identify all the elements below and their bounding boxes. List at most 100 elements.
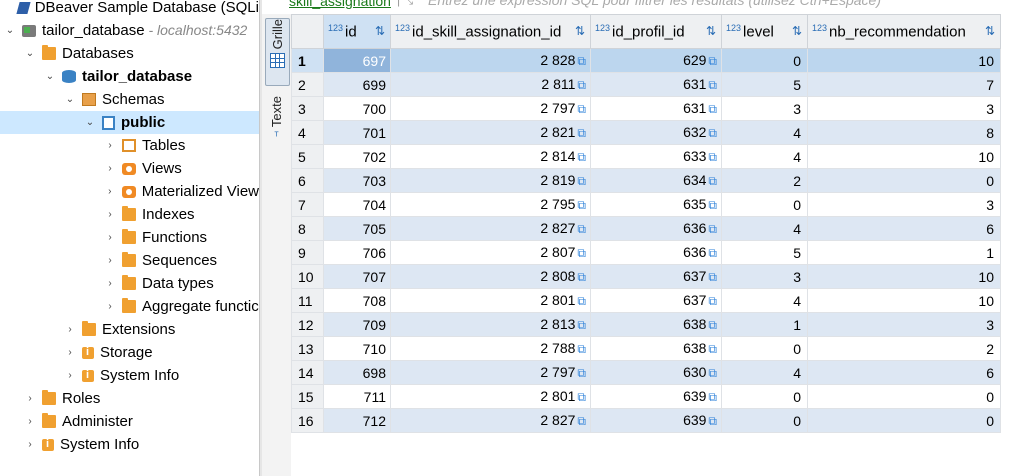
cell-level[interactable]: 2 — [721, 168, 808, 193]
table-row[interactable]: 14 698 2 797 ⧉ 630 ⧉ 4 6 — [291, 360, 1001, 385]
foreign-key-link-icon[interactable]: ⧉ — [708, 78, 717, 92]
chevron-right-icon[interactable]: › — [64, 370, 76, 381]
foreign-key-link-icon[interactable]: ⧉ — [708, 414, 717, 428]
row-number-cell[interactable]: 7 — [291, 192, 324, 217]
foreign-key-link-icon[interactable]: ⧉ — [577, 54, 586, 68]
cell-nb-recommendation[interactable]: 10 — [807, 264, 1001, 289]
foreign-key-link-icon[interactable]: ⧉ — [708, 342, 717, 356]
cell-id-skill-assignation-id[interactable]: 2 814 ⧉ — [390, 144, 591, 169]
corner-cell[interactable] — [291, 14, 324, 49]
table-row[interactable]: 7 704 2 795 ⧉ 635 ⧉ 0 3 — [291, 192, 1001, 217]
table-row[interactable]: 9 706 2 807 ⧉ 636 ⧉ 5 1 — [291, 240, 1001, 265]
cell-id-profil-id[interactable]: 639 ⧉ — [590, 384, 722, 409]
cell-id[interactable]: 711 — [323, 384, 391, 409]
cell-level[interactable]: 4 — [721, 216, 808, 241]
cell-level[interactable]: 4 — [721, 144, 808, 169]
cell-id-skill-assignation-id[interactable]: 2 828 ⧉ — [390, 48, 591, 73]
cell-id[interactable]: 710 — [323, 336, 391, 361]
foreign-key-link-icon[interactable]: ⧉ — [708, 174, 717, 188]
cell-level[interactable]: 4 — [721, 360, 808, 385]
row-number-cell[interactable]: 8 — [291, 216, 324, 241]
tree-item-aggregate-functic[interactable]: › Aggregate functic — [0, 295, 259, 318]
tree-item-data-types[interactable]: › Data types — [0, 272, 259, 295]
row-number-cell[interactable]: 12 — [291, 312, 324, 337]
cell-id-profil-id[interactable]: 631 ⧉ — [590, 72, 722, 97]
chevron-right-icon[interactable]: › — [104, 163, 116, 174]
tree-item-tailor-database[interactable]: ⌄ tailor_database - localhost:5432 — [0, 19, 259, 42]
cell-nb-recommendation[interactable]: 10 — [807, 144, 1001, 169]
table-row[interactable]: 8 705 2 827 ⧉ 636 ⧉ 4 6 — [291, 216, 1001, 241]
chevron-down-icon[interactable]: ⌄ — [24, 48, 36, 59]
cell-nb-recommendation[interactable]: 3 — [807, 312, 1001, 337]
sort-filter-icon[interactable]: ⇅ — [706, 24, 716, 38]
row-number-cell[interactable]: 16 — [291, 408, 324, 433]
row-number-cell[interactable]: 2 — [291, 72, 324, 97]
cell-level[interactable]: 1 — [721, 312, 808, 337]
foreign-key-link-icon[interactable]: ⧉ — [577, 174, 586, 188]
cell-id-skill-assignation-id[interactable]: 2 795 ⧉ — [390, 192, 591, 217]
cell-id-profil-id[interactable]: 635 ⧉ — [590, 192, 722, 217]
tab-grid[interactable]: Grille — [265, 18, 290, 86]
tree-item-functions[interactable]: › Functions — [0, 226, 259, 249]
cell-id-skill-assignation-id[interactable]: 2 797 ⧉ — [390, 96, 591, 121]
foreign-key-link-icon[interactable]: ⧉ — [577, 246, 586, 260]
cell-id-skill-assignation-id[interactable]: 2 801 ⧉ — [390, 384, 591, 409]
cell-id-skill-assignation-id[interactable]: 2 811 ⧉ — [390, 72, 591, 97]
table-row[interactable]: 13 710 2 788 ⧉ 638 ⧉ 0 2 — [291, 336, 1001, 361]
table-row[interactable]: 6 703 2 819 ⧉ 634 ⧉ 2 0 — [291, 168, 1001, 193]
table-row[interactable]: 4 701 2 821 ⧉ 632 ⧉ 4 8 — [291, 120, 1001, 145]
chevron-right-icon[interactable]: › — [104, 255, 116, 266]
chevron-right-icon[interactable]: › — [24, 393, 36, 404]
column-header-nb-recommendation[interactable]: 123 nb_recommendation ⇅ — [807, 14, 1001, 49]
chevron-right-icon[interactable]: › — [24, 416, 36, 427]
cell-id-skill-assignation-id[interactable]: 2 808 ⧉ — [390, 264, 591, 289]
column-header-id-profil-id[interactable]: 123 id_profil_id ⇅ — [590, 14, 722, 49]
cell-nb-recommendation[interactable]: 10 — [807, 288, 1001, 313]
cell-id-profil-id[interactable]: 636 ⧉ — [590, 240, 722, 265]
foreign-key-link-icon[interactable]: ⧉ — [577, 198, 586, 212]
cell-level[interactable]: 0 — [721, 336, 808, 361]
cell-id-profil-id[interactable]: 634 ⧉ — [590, 168, 722, 193]
cell-id[interactable]: 699 — [323, 72, 391, 97]
chevron-right-icon[interactable]: › — [104, 209, 116, 220]
foreign-key-link-icon[interactable]: ⧉ — [577, 222, 586, 236]
cell-nb-recommendation[interactable]: 0 — [807, 384, 1001, 409]
cell-nb-recommendation[interactable]: 10 — [807, 48, 1001, 73]
foreign-key-link-icon[interactable]: ⧉ — [708, 366, 717, 380]
foreign-key-link-icon[interactable]: ⧉ — [708, 126, 717, 140]
cell-level[interactable]: 0 — [721, 384, 808, 409]
cell-nb-recommendation[interactable]: 1 — [807, 240, 1001, 265]
cell-id[interactable]: 706 — [323, 240, 391, 265]
cell-id-profil-id[interactable]: 638 ⧉ — [590, 312, 722, 337]
cell-id-profil-id[interactable]: 629 ⧉ — [590, 48, 722, 73]
foreign-key-link-icon[interactable]: ⧉ — [577, 414, 586, 428]
sort-filter-icon[interactable]: ⇅ — [985, 24, 995, 38]
cell-nb-recommendation[interactable]: 6 — [807, 360, 1001, 385]
row-number-cell[interactable]: 4 — [291, 120, 324, 145]
column-header-id[interactable]: 123 id ⇅ — [323, 14, 391, 49]
chevron-down-icon[interactable]: ⌄ — [84, 117, 96, 128]
tab-text[interactable]: Texte ᵀ — [265, 96, 288, 158]
cell-id-profil-id[interactable]: 637 ⧉ — [590, 288, 722, 313]
table-row[interactable]: 10 707 2 808 ⧉ 637 ⧉ 3 10 — [291, 264, 1001, 289]
cell-id[interactable]: 709 — [323, 312, 391, 337]
foreign-key-link-icon[interactable]: ⧉ — [708, 270, 717, 284]
cell-id-skill-assignation-id[interactable]: 2 819 ⧉ — [390, 168, 591, 193]
cell-nb-recommendation[interactable]: 6 — [807, 216, 1001, 241]
cell-level[interactable]: 4 — [721, 288, 808, 313]
table-row[interactable]: 16 712 2 827 ⧉ 639 ⧉ 0 0 — [291, 408, 1001, 433]
column-header-id-skill-assignation-id[interactable]: 123 id_skill_assignation_id ⇅ — [390, 14, 591, 49]
chevron-right-icon[interactable]: › — [64, 324, 76, 335]
cell-nb-recommendation[interactable]: 2 — [807, 336, 1001, 361]
foreign-key-link-icon[interactable]: ⧉ — [708, 150, 717, 164]
row-number-cell[interactable]: 5 — [291, 144, 324, 169]
chevron-right-icon[interactable]: › — [104, 301, 116, 312]
foreign-key-link-icon[interactable]: ⧉ — [577, 126, 586, 140]
tree-item-schemas[interactable]: ⌄ Schemas — [0, 88, 259, 111]
chevron-right-icon[interactable]: › — [104, 186, 116, 197]
tree-item-indexes[interactable]: › Indexes — [0, 203, 259, 226]
tree-item-administer[interactable]: › Administer — [0, 410, 259, 433]
foreign-key-link-icon[interactable]: ⧉ — [708, 246, 717, 260]
cell-id-skill-assignation-id[interactable]: 2 821 ⧉ — [390, 120, 591, 145]
cell-nb-recommendation[interactable]: 3 — [807, 192, 1001, 217]
